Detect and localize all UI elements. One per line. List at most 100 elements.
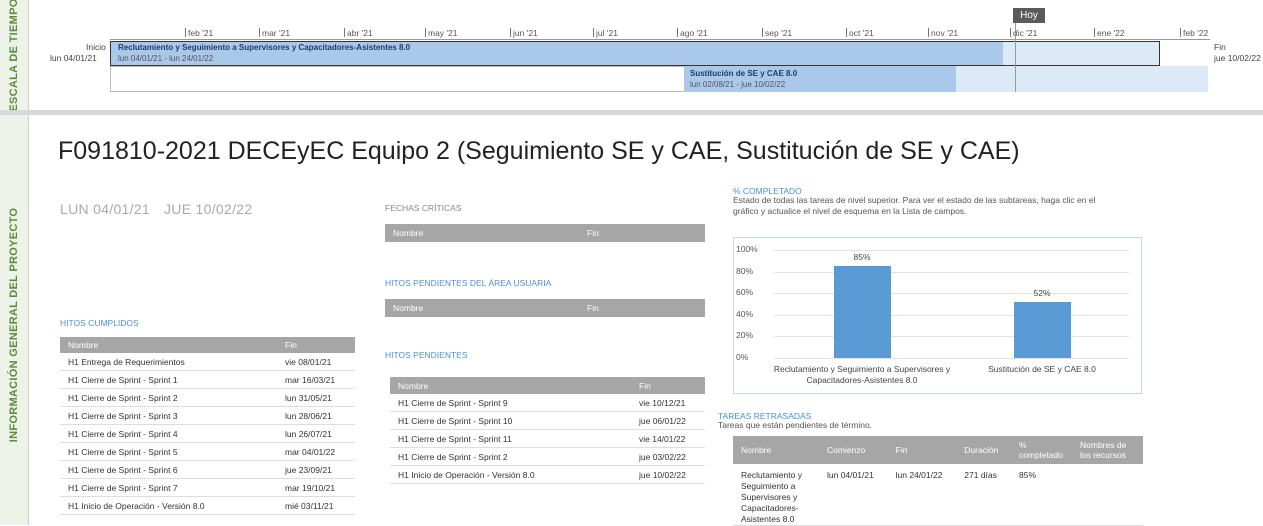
cell-completado: 85% xyxy=(1011,464,1072,526)
hitos-cumplidos-table: Nombre Fin H1 Entrega de Requerimientos vi… xyxy=(60,337,355,515)
table-row[interactable]: H1 Cierre de Sprint - Sprint 2 jue 03/02/… xyxy=(390,447,705,466)
cell-fin: mar 19/10/21 xyxy=(277,478,355,497)
table-row[interactable]: H1 Cierre de Sprint - Sprint 6 jue 23/09/… xyxy=(60,460,355,479)
timeline-month-label: abr '21 xyxy=(344,28,373,38)
col-nombre: Nombre xyxy=(60,337,277,353)
cell-nombre: H1 Cierre de Sprint - Sprint 1 xyxy=(60,370,277,389)
col-duracion: Duración xyxy=(956,436,1011,464)
timeline-bar-2-remaining xyxy=(956,66,1208,92)
chart-bar[interactable] xyxy=(1013,301,1071,358)
y-tick-label: 20% xyxy=(736,330,754,341)
tareas-retrasadas-desc: Tareas que están pendientes de término. xyxy=(718,420,873,430)
cell-fin: mié 03/11/21 xyxy=(277,496,355,515)
y-tick-label: 60% xyxy=(736,287,754,298)
y-tick-label: 80% xyxy=(736,265,754,276)
cell-duracion: 271 días xyxy=(956,464,1011,526)
table-row[interactable]: H1 Cierre de Sprint - Sprint 4 lun 26/07/… xyxy=(60,424,355,443)
table-row[interactable]: H1 Cierre de Sprint - Sprint 9 vie 10/12/… xyxy=(390,394,705,412)
cell-fin: jue 23/09/21 xyxy=(277,460,355,479)
timeline-month-label: feb '21 xyxy=(184,28,214,38)
cell-fin: vie 10/12/21 xyxy=(631,394,705,412)
today-marker-line xyxy=(1015,22,1016,92)
cell-nombre: H1 Inicio de Operación - Versión 8.0 xyxy=(390,465,631,484)
table-row[interactable]: H1 Entrega de Requerimientos vie 08/01/21 xyxy=(60,353,355,371)
timeline-vertical-label: ESCALA DE TIEMPO xyxy=(8,0,20,112)
col-fin: Fin xyxy=(579,224,705,242)
timeline-month-label: ago '21 xyxy=(677,28,708,38)
timeline-month-label: dic '21 xyxy=(1009,28,1038,38)
timeline-end-label: Fin xyxy=(1214,42,1226,52)
gridline xyxy=(774,314,1129,316)
col-nombre: Nombre xyxy=(390,377,631,394)
table-row[interactable]: H1 Cierre de Sprint - Sprint 5 mar 04/01/… xyxy=(60,442,355,461)
section-divider xyxy=(0,110,1263,115)
cell-nombre: H1 Cierre de Sprint - Sprint 3 xyxy=(60,406,277,425)
timeline-start: Inicio xyxy=(86,42,106,53)
hitos-cumplidos-label: HITOS CUMPLIDOS xyxy=(60,318,139,328)
table-row[interactable]: H1 Inicio de Operación - Versión 8.0 jue … xyxy=(390,465,705,484)
y-tick-label: 40% xyxy=(736,308,754,319)
project-start-date: LUN 04/01/21 xyxy=(60,201,150,217)
gridline xyxy=(774,358,1129,359)
table-row[interactable]: H1 Cierre de Sprint - Sprint 11 vie 14/01… xyxy=(390,429,705,448)
cell-fin: jue 06/01/22 xyxy=(631,411,705,430)
cell-nombre: H1 Cierre de Sprint - Sprint 11 xyxy=(390,429,631,448)
tareas-retrasadas-table: Nombre Comienzo Fin Duración % completad… xyxy=(733,436,1143,526)
cell-nombre: H1 Cierre de Sprint - Sprint 5 xyxy=(60,442,277,461)
col-recursos: Nombres de los recursos xyxy=(1072,436,1143,464)
table-row[interactable]: H1 Cierre de Sprint - Sprint 1 mar 16/03/… xyxy=(60,370,355,389)
table-row[interactable]: H1 Cierre de Sprint - Sprint 7 mar 19/10/… xyxy=(60,478,355,497)
timeline-month-label: sep '21 xyxy=(761,28,793,38)
project-dates: LUN 04/01/21 JUE 10/02/22 xyxy=(60,201,252,217)
info-vertical-label: INFORMACIÓN GENERAL DEL PROYECTO xyxy=(8,207,20,443)
cell-nombre: H1 Cierre de Sprint - Sprint 6 xyxy=(60,460,277,479)
cell-nombre: H1 Cierre de Sprint - Sprint 2 xyxy=(60,388,277,407)
cell-nombre: Reclutamiento y Seguimiento a Supervisor… xyxy=(733,464,819,526)
cell-nombre: H1 Inicio de Operación - Versión 8.0 xyxy=(60,496,277,515)
col-fin: Fin xyxy=(887,436,957,464)
hitos-area-table: Nombre Fin xyxy=(385,299,705,317)
y-tick-label: 0% xyxy=(736,352,749,362)
hitos-area-label: HITOS PENDIENTES DEL ÁREA USUARIA xyxy=(385,278,552,288)
bar-data-label: 52% xyxy=(1033,287,1051,298)
fechas-criticas-table: Nombre Fin xyxy=(385,224,705,242)
cell-nombre: H1 Cierre de Sprint - Sprint 7 xyxy=(60,478,277,497)
timeline-month-label: jul '21 xyxy=(593,28,618,38)
col-completado: % completado xyxy=(1011,436,1072,464)
cell-comienzo: lun 04/01/21 xyxy=(819,464,888,526)
table-row[interactable]: H1 Cierre de Sprint - Sprint 3 lun 28/06/… xyxy=(60,406,355,425)
timeline-month-label: nov '21 xyxy=(927,28,959,38)
table-row[interactable]: H1 Cierre de Sprint - Sprint 2 lun 31/05/… xyxy=(60,388,355,407)
table-row[interactable]: H1 Cierre de Sprint - Sprint 10 jue 06/01… xyxy=(390,411,705,430)
col-fin: Fin xyxy=(579,299,705,317)
col-fin: Fin xyxy=(277,337,355,353)
col-nombre: Nombre xyxy=(733,436,819,464)
chart-bar[interactable] xyxy=(833,266,891,358)
gridline xyxy=(774,336,1129,338)
hitos-pendientes-table: Nombre Fin H1 Cierre de Sprint - Sprint 9… xyxy=(390,377,705,484)
cell-fin: mar 16/03/21 xyxy=(277,370,355,389)
gridline xyxy=(774,250,1129,251)
cell-fin: vie 08/01/21 xyxy=(277,353,355,371)
cell-recursos xyxy=(1072,464,1143,526)
cell-fin: lun 31/05/21 xyxy=(277,388,355,407)
timeline-panel: ESCALA DE TIEMPO feb '21 mar '21 abr '21 ma… xyxy=(0,0,1263,112)
y-tick-label: 100% xyxy=(736,244,758,254)
completado-desc: Estado de todas las tareas de nivel supe… xyxy=(733,195,1096,216)
cell-fin: vie 14/01/22 xyxy=(631,429,705,448)
percent-complete-chart[interactable]: 0% 20% 40% 60% 80% 100% 85% Reclutamiento y Seg… xyxy=(733,237,1142,394)
cell-nombre: H1 Cierre de Sprint - Sprint 2 xyxy=(390,447,631,466)
cell-nombre: H1 Cierre de Sprint - Sprint 9 xyxy=(390,394,631,412)
timeline-month-label: oct '21 xyxy=(846,28,874,38)
timeline-start-date: lun 04/01/21 xyxy=(50,53,97,63)
table-row[interactable]: Reclutamiento y Seguimiento a Supervisor… xyxy=(733,464,1143,526)
fechas-criticas-label: FECHAS CRÍTICAS xyxy=(385,203,462,213)
cell-fin: lun 26/07/21 xyxy=(277,424,355,443)
table-row[interactable]: H1 Inicio de Operación - Versión 8.0 mié … xyxy=(60,496,355,515)
gridline xyxy=(774,271,1129,273)
bar-data-label: 85% xyxy=(853,252,871,263)
page-title: F091810-2021 DECEyEC Equipo 2 (Seguimien… xyxy=(58,137,1020,165)
cell-fin: jue 10/02/22 xyxy=(631,465,705,484)
cell-nombre: H1 Entrega de Requerimientos xyxy=(60,353,277,371)
timeline-end-date: jue 10/02/22 xyxy=(1214,53,1261,63)
